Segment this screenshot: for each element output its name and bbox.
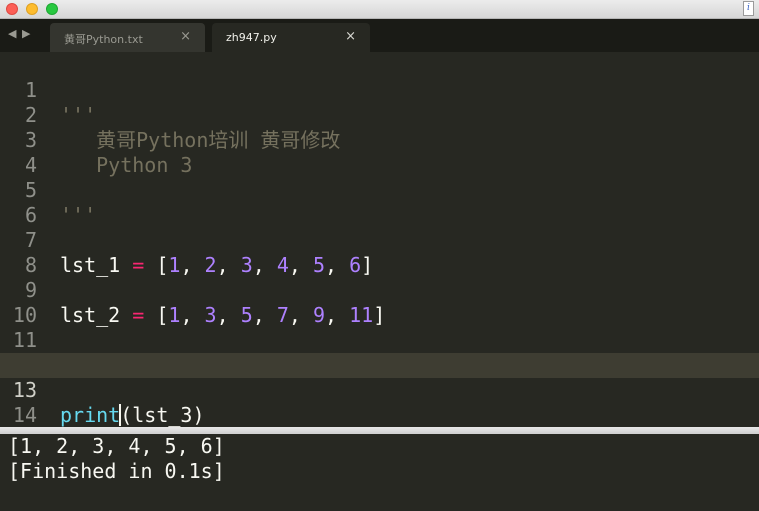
tab-label: zh947.py xyxy=(226,31,277,44)
panel-divider[interactable] xyxy=(0,427,759,434)
code-line: 4 xyxy=(0,128,759,177)
title-bar: i xyxy=(0,0,759,19)
open-paren: ( xyxy=(120,403,133,428)
minimize-window-button[interactable] xyxy=(26,3,38,15)
output-line: [Finished in 0.1s] xyxy=(8,459,225,483)
code-line: 3 Python 3 xyxy=(0,103,759,177)
back-arrow-icon[interactable]: ◀ xyxy=(8,27,16,40)
code-line-current: 13 print(lst_3) xyxy=(0,353,759,428)
code-line: 1 ''' xyxy=(0,53,759,127)
output-line: [1, 2, 3, 4, 5, 6] xyxy=(8,434,225,458)
code-line: 5 ''' xyxy=(0,153,759,227)
forward-arrow-icon[interactable]: ▶ xyxy=(22,27,30,40)
close-window-button[interactable] xyxy=(6,3,18,15)
close-tab-icon[interactable]: × xyxy=(345,29,356,44)
code-line: 7 lst_1 = [1, 2, 3, 4, 5, 6] xyxy=(0,203,759,277)
code-editor[interactable]: 1 ''' 2 黄哥Python培训 黄哥修改 3 Python 3 4 5 '… xyxy=(0,52,759,428)
builtin-print: print xyxy=(60,403,121,427)
build-output-panel[interactable]: [1, 2, 3, 4, 5, 6] [Finished in 0.1s] xyxy=(0,434,759,511)
tab-label: 黄哥Python.txt xyxy=(64,33,143,46)
tab-bar: ◀ ▶ 黄哥Python.txt × zh947.py × xyxy=(0,19,759,52)
code-line: 8 xyxy=(0,228,759,277)
argument: lst_3 xyxy=(132,403,193,427)
code-line: 6 xyxy=(0,178,759,227)
tab-huangge-python-txt[interactable]: 黄哥Python.txt × xyxy=(50,23,205,52)
code-line: 9 lst_2 = [1, 3, 5, 7, 9, 11] xyxy=(0,253,759,327)
code-line: 14 xyxy=(0,378,759,427)
close-tab-icon[interactable]: × xyxy=(180,29,191,44)
code-content: print(lst_3) xyxy=(60,403,205,428)
code-line: 11 lst_3 = list(map(lambda i: i, lst_1)) xyxy=(0,303,759,377)
close-paren: ) xyxy=(192,403,205,428)
code-line: 10 xyxy=(0,278,759,327)
zoom-window-button[interactable] xyxy=(46,3,58,15)
line-number: 14 xyxy=(12,403,37,427)
code-line: 2 黄哥Python培训 黄哥修改 xyxy=(0,78,759,152)
document-icon[interactable]: i xyxy=(743,1,754,16)
code-line: 12 xyxy=(0,328,759,377)
tab-zh947-py[interactable]: zh947.py × xyxy=(212,23,370,52)
